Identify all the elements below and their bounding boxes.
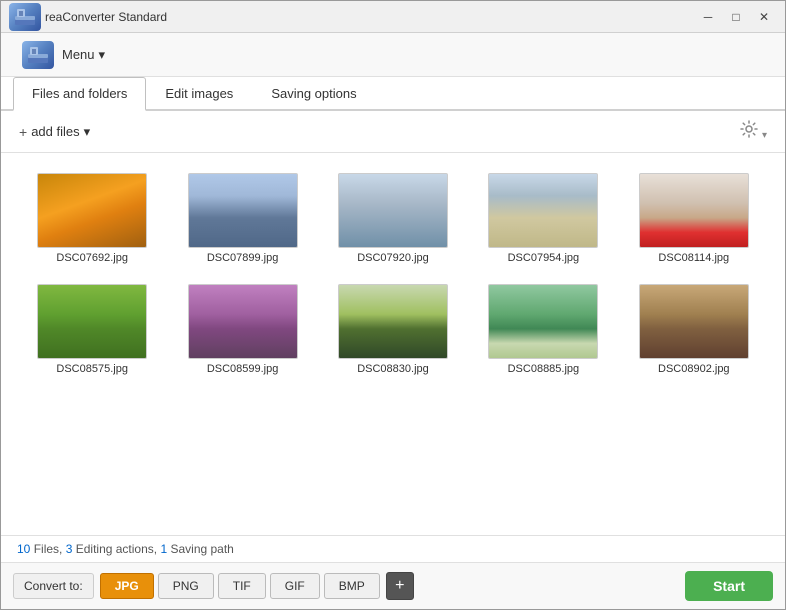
file-item[interactable]: DSC08902.jpg: [623, 280, 765, 379]
menu-arrow: ▾: [99, 47, 106, 63]
tab-saving[interactable]: Saving options: [252, 77, 375, 111]
tab-edit[interactable]: Edit images: [146, 77, 252, 111]
file-item[interactable]: DSC08114.jpg: [623, 169, 765, 268]
toolbar: Menu ▾: [1, 33, 785, 77]
file-item[interactable]: DSC08830.jpg: [322, 280, 464, 379]
bottom-bar: Convert to: JPGPNGTIFGIFBMP + Start: [1, 562, 785, 609]
settings-icon: [740, 120, 758, 138]
file-thumbnail: [639, 173, 749, 248]
format-btn-jpg[interactable]: JPG: [100, 573, 154, 599]
file-thumbnail: [639, 284, 749, 359]
file-name: DSC08885.jpg: [508, 363, 580, 375]
file-item[interactable]: DSC07954.jpg: [472, 169, 614, 268]
start-button[interactable]: Start: [685, 571, 773, 601]
settings-button[interactable]: ▾: [734, 117, 773, 146]
status-bar: 10 Files, 3 Editing actions, 1 Saving pa…: [1, 535, 785, 562]
file-item[interactable]: DSC07899.jpg: [171, 169, 313, 268]
menu-app-icon: [22, 41, 54, 69]
tab-bar: Files and folders Edit images Saving opt…: [1, 77, 785, 111]
add-files-button[interactable]: + add files ▾: [13, 121, 96, 143]
saving-label: Saving path: [167, 542, 234, 556]
file-thumbnail: [488, 284, 598, 359]
file-item[interactable]: DSC07920.jpg: [322, 169, 464, 268]
format-btn-gif[interactable]: GIF: [270, 573, 320, 599]
file-name: DSC07692.jpg: [56, 252, 128, 264]
files-label: Files,: [30, 542, 65, 556]
file-item[interactable]: DSC07692.jpg: [21, 169, 163, 268]
file-name: DSC08575.jpg: [56, 363, 128, 375]
add-files-arrow: ▾: [84, 124, 91, 140]
add-icon: +: [19, 124, 27, 140]
maximize-button[interactable]: □: [723, 7, 749, 27]
editing-label: Editing actions,: [72, 542, 160, 556]
file-item[interactable]: DSC08885.jpg: [472, 280, 614, 379]
settings-arrow: ▾: [762, 130, 767, 141]
file-name: DSC08830.jpg: [357, 363, 429, 375]
file-count: 10: [17, 542, 30, 556]
file-thumbnail: [338, 173, 448, 248]
file-name: DSC08114.jpg: [658, 252, 729, 264]
format-btn-tif[interactable]: TIF: [218, 573, 266, 599]
format-btn-bmp[interactable]: BMP: [324, 573, 380, 599]
file-item[interactable]: DSC08575.jpg: [21, 280, 163, 379]
app-title: reaConverter Standard: [45, 10, 695, 24]
format-btn-png[interactable]: PNG: [158, 573, 214, 599]
app-icon: [9, 3, 41, 31]
file-name: DSC08599.jpg: [207, 363, 279, 375]
convert-label: Convert to:: [13, 573, 94, 599]
add-files-label: add files: [31, 124, 79, 139]
menu-button[interactable]: Menu ▾: [13, 36, 114, 74]
file-name: DSC08902.jpg: [658, 363, 730, 375]
file-name: DSC07954.jpg: [508, 252, 580, 264]
file-thumbnail: [37, 284, 147, 359]
file-thumbnail: [37, 173, 147, 248]
file-name: DSC07899.jpg: [207, 252, 279, 264]
minimize-button[interactable]: ─: [695, 7, 721, 27]
file-grid: DSC07692.jpg DSC07899.jpg DSC07920.jpg DSC0…: [1, 153, 785, 535]
format-buttons: JPGPNGTIFGIFBMP: [100, 573, 380, 599]
menu-label: Menu: [62, 47, 95, 62]
window-controls: ─ □ ✕: [695, 7, 777, 27]
file-thumbnail: [188, 173, 298, 248]
file-item[interactable]: DSC08599.jpg: [171, 280, 313, 379]
file-thumbnail: [488, 173, 598, 248]
add-format-button[interactable]: +: [386, 572, 414, 600]
title-bar: reaConverter Standard ─ □ ✕: [1, 1, 785, 33]
file-thumbnail: [338, 284, 448, 359]
file-name: DSC07920.jpg: [357, 252, 429, 264]
action-bar: + add files ▾ ▾: [1, 111, 785, 153]
tab-files[interactable]: Files and folders: [13, 77, 146, 111]
close-button[interactable]: ✕: [751, 7, 777, 27]
file-thumbnail: [188, 284, 298, 359]
